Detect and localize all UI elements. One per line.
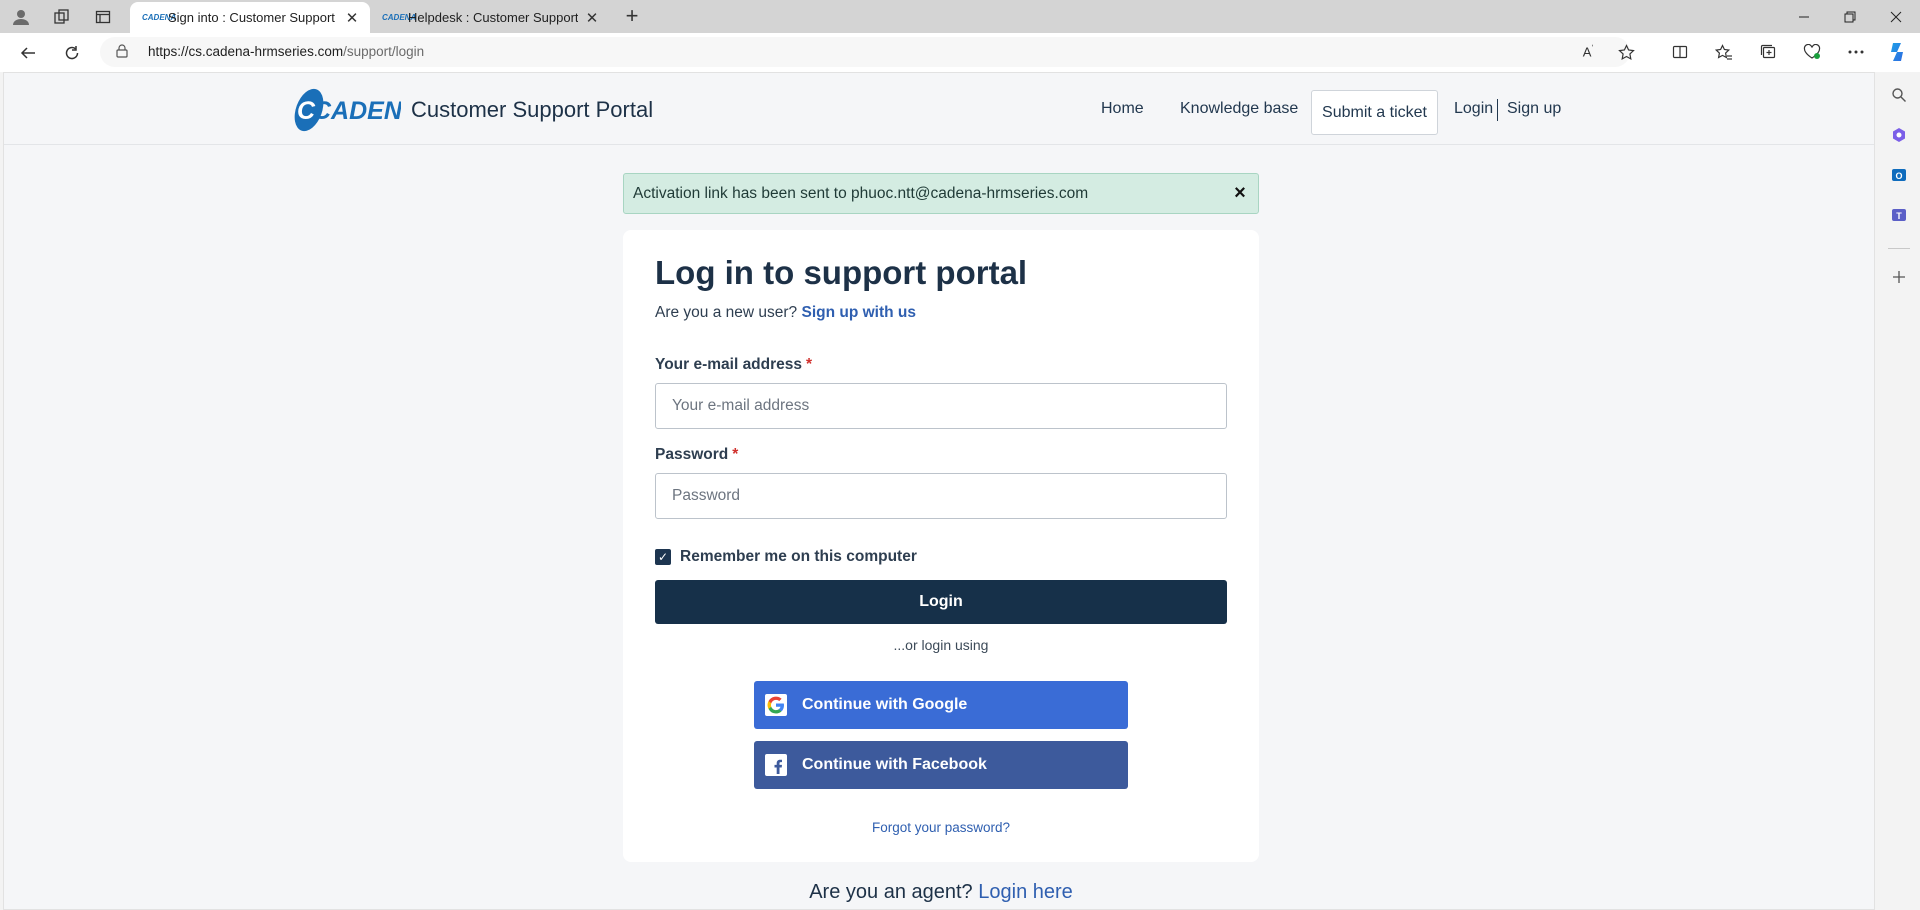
sidebar-divider — [1888, 248, 1910, 249]
browser-tab-strip: CADENA Sign into : Customer Support Po ✕… — [0, 0, 1920, 33]
alert-message: Activation link has been sent to phuoc.n… — [633, 185, 1089, 202]
submit-ticket-button[interactable]: Submit a ticket — [1311, 90, 1438, 135]
profile-icon[interactable] — [10, 6, 32, 28]
page-title: Log in to support portal — [655, 254, 1028, 291]
cadena-favicon-icon: CADENA — [382, 12, 417, 22]
heart-icon[interactable] — [1801, 41, 1823, 63]
workspaces-icon[interactable] — [51, 6, 73, 28]
browser-address-bar: https://cs.cadena-hrmseries.com/support/… — [0, 33, 1920, 72]
split-screen-icon[interactable] — [1669, 41, 1691, 63]
teams-icon[interactable]: T — [1888, 204, 1910, 226]
refresh-icon[interactable] — [60, 41, 84, 65]
activation-alert: Activation link has been sent to phuoc.n… — [623, 173, 1259, 214]
new-user-prompt: Are you a new user? Sign up with us — [655, 304, 917, 321]
close-window-icon[interactable] — [1873, 0, 1919, 33]
new-tab-button[interactable]: + — [620, 5, 644, 29]
read-aloud-icon[interactable]: Aʼ — [1577, 41, 1599, 63]
or-login-text: ...or login using — [893, 637, 989, 653]
close-tab-icon[interactable]: ✕ — [584, 9, 600, 27]
star-icon[interactable] — [1615, 41, 1637, 63]
close-icon[interactable]: × — [1230, 183, 1250, 203]
facebook-login-button[interactable]: Continue with Facebook — [754, 741, 1128, 789]
required-mark: * — [732, 446, 739, 463]
agent-login-link[interactable]: Login here — [978, 881, 1073, 903]
copilot-app-icon[interactable] — [1888, 124, 1910, 146]
lock-icon[interactable] — [116, 44, 128, 58]
required-mark: * — [806, 356, 813, 373]
nav-divider — [1497, 99, 1498, 121]
login-card: Log in to support portal Are you a new u… — [623, 230, 1259, 862]
svg-text:CADENA: CADENA — [313, 97, 401, 125]
site-header: C CADENA Customer Support Portal Home Kn… — [4, 73, 1874, 145]
address-field[interactable]: https://cs.cadena-hrmseries.com/support/… — [100, 37, 1630, 67]
forgot-password-link[interactable]: Forgot your password? — [623, 820, 1259, 835]
tab-sign-in[interactable]: CADENA Sign into : Customer Support Po ✕ — [130, 2, 370, 33]
nav-signup[interactable]: Sign up — [1507, 73, 1561, 145]
edge-sidebar: O T — [1878, 72, 1920, 910]
google-login-button[interactable]: Continue with Google — [754, 681, 1128, 729]
facebook-icon — [765, 754, 787, 776]
portal-title: Customer Support Portal — [411, 97, 654, 122]
cadena-favicon-icon: CADENA — [142, 12, 177, 22]
favorites-icon[interactable] — [1713, 41, 1735, 63]
svg-text:O: O — [1895, 171, 1902, 181]
password-field[interactable] — [655, 473, 1227, 519]
signup-link[interactable]: Sign up with us — [801, 304, 916, 321]
cadena-logo[interactable]: C CADENA — [291, 85, 420, 133]
remember-me[interactable]: ✓ Remember me on this computer — [655, 548, 917, 566]
login-button[interactable]: Login — [655, 580, 1227, 624]
tab-actions-icon[interactable] — [92, 6, 114, 28]
collections-icon[interactable] — [1757, 41, 1779, 63]
google-icon — [765, 694, 787, 716]
password-label: Password * — [655, 446, 739, 463]
remember-checkbox[interactable]: ✓ — [655, 549, 671, 565]
tab-title: Helpdesk : Customer Support Po — [408, 10, 578, 25]
outlook-icon[interactable]: O — [1888, 164, 1910, 186]
back-icon[interactable] — [16, 41, 40, 65]
more-icon[interactable] — [1845, 41, 1867, 63]
tab-helpdesk[interactable]: CADENA Helpdesk : Customer Support Po ✕ — [370, 2, 610, 33]
email-field[interactable] — [655, 383, 1227, 429]
url-text: https://cs.cadena-hrmseries.com/support/… — [148, 44, 425, 59]
tab-title: Sign into : Customer Support Po — [168, 10, 338, 25]
agent-login-prompt: Are you an agent? Login here — [809, 881, 1073, 903]
google-button-label: Continue with Google — [802, 696, 968, 713]
search-icon[interactable] — [1888, 84, 1910, 106]
svg-text:T: T — [1896, 211, 1902, 221]
copilot-icon[interactable] — [1885, 39, 1911, 65]
restore-icon[interactable] — [1827, 0, 1873, 33]
page-viewport: C CADENA Customer Support Portal Home Kn… — [3, 72, 1875, 910]
minimize-icon[interactable] — [1781, 0, 1827, 33]
close-tab-icon[interactable]: ✕ — [344, 9, 360, 27]
nav-home[interactable]: Home — [1101, 73, 1144, 145]
remember-label: Remember me on this computer — [680, 548, 917, 565]
facebook-button-label: Continue with Facebook — [802, 756, 987, 773]
email-label: Your e-mail address * — [655, 356, 813, 373]
nav-login[interactable]: Login — [1454, 73, 1493, 145]
add-icon[interactable] — [1888, 266, 1910, 288]
nav-knowledge-base[interactable]: Knowledge base — [1180, 73, 1298, 145]
